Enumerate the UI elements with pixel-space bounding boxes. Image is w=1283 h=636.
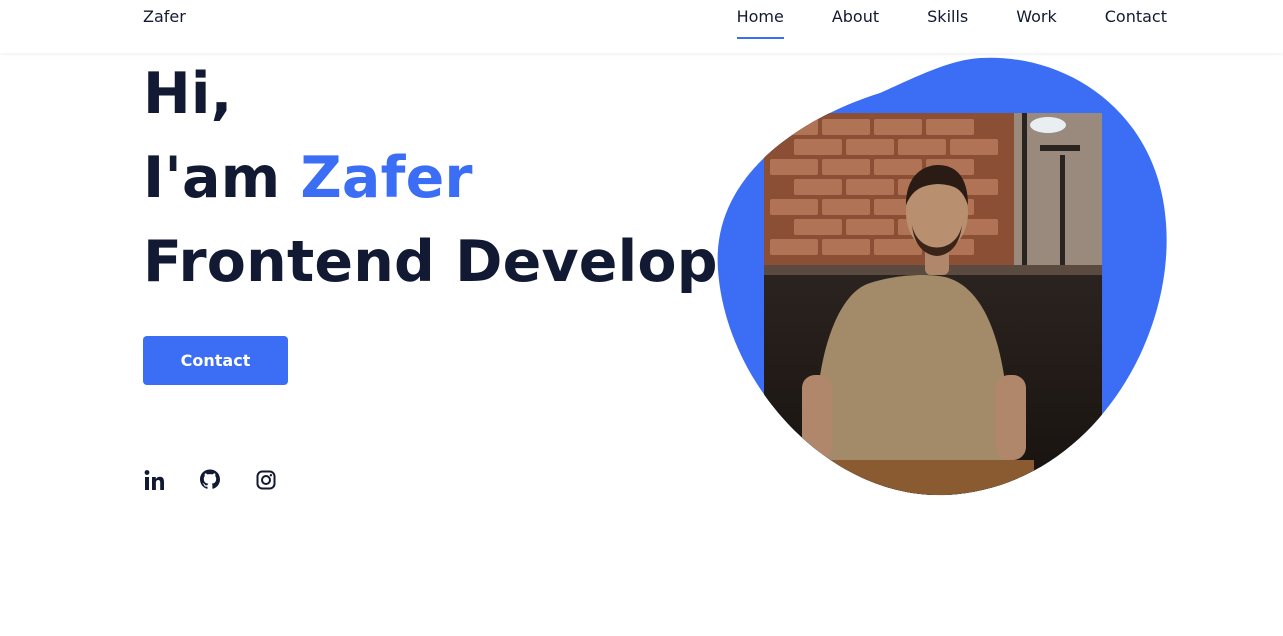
- hero-intro-prefix: I'am: [143, 145, 281, 211]
- instagram-icon: [256, 470, 276, 490]
- social-links: [143, 468, 277, 492]
- main-nav: Home About Skills Work Contact: [736, 0, 1167, 53]
- hero-name: Zafer: [300, 145, 473, 211]
- hero-image-blob: [710, 55, 1180, 505]
- site-header: Zafer Home About Skills Work Contact: [0, 0, 1283, 53]
- instagram-link[interactable]: [255, 468, 277, 492]
- linkedin-link[interactable]: [143, 468, 165, 492]
- nav-contact[interactable]: Contact: [1105, 0, 1167, 26]
- logo[interactable]: Zafer: [143, 7, 186, 26]
- github-icon: [200, 469, 220, 489]
- contact-button[interactable]: Contact: [143, 336, 288, 385]
- hero-role: Frontend Developer: [143, 229, 785, 295]
- portrait-photo: [764, 113, 1102, 495]
- nav-about[interactable]: About: [832, 0, 879, 26]
- hero-intro: I'am Zafer: [143, 136, 785, 220]
- blob-graphic: [717, 57, 1167, 496]
- nav-skills[interactable]: Skills: [927, 0, 968, 26]
- nav-work[interactable]: Work: [1016, 0, 1057, 26]
- linkedin-icon: [144, 470, 164, 490]
- hero-text: Hi, I'am Zafer Frontend Developer: [143, 52, 785, 304]
- nav-home[interactable]: Home: [736, 0, 785, 39]
- github-link[interactable]: [199, 468, 221, 492]
- hero-greeting: Hi,: [143, 61, 233, 127]
